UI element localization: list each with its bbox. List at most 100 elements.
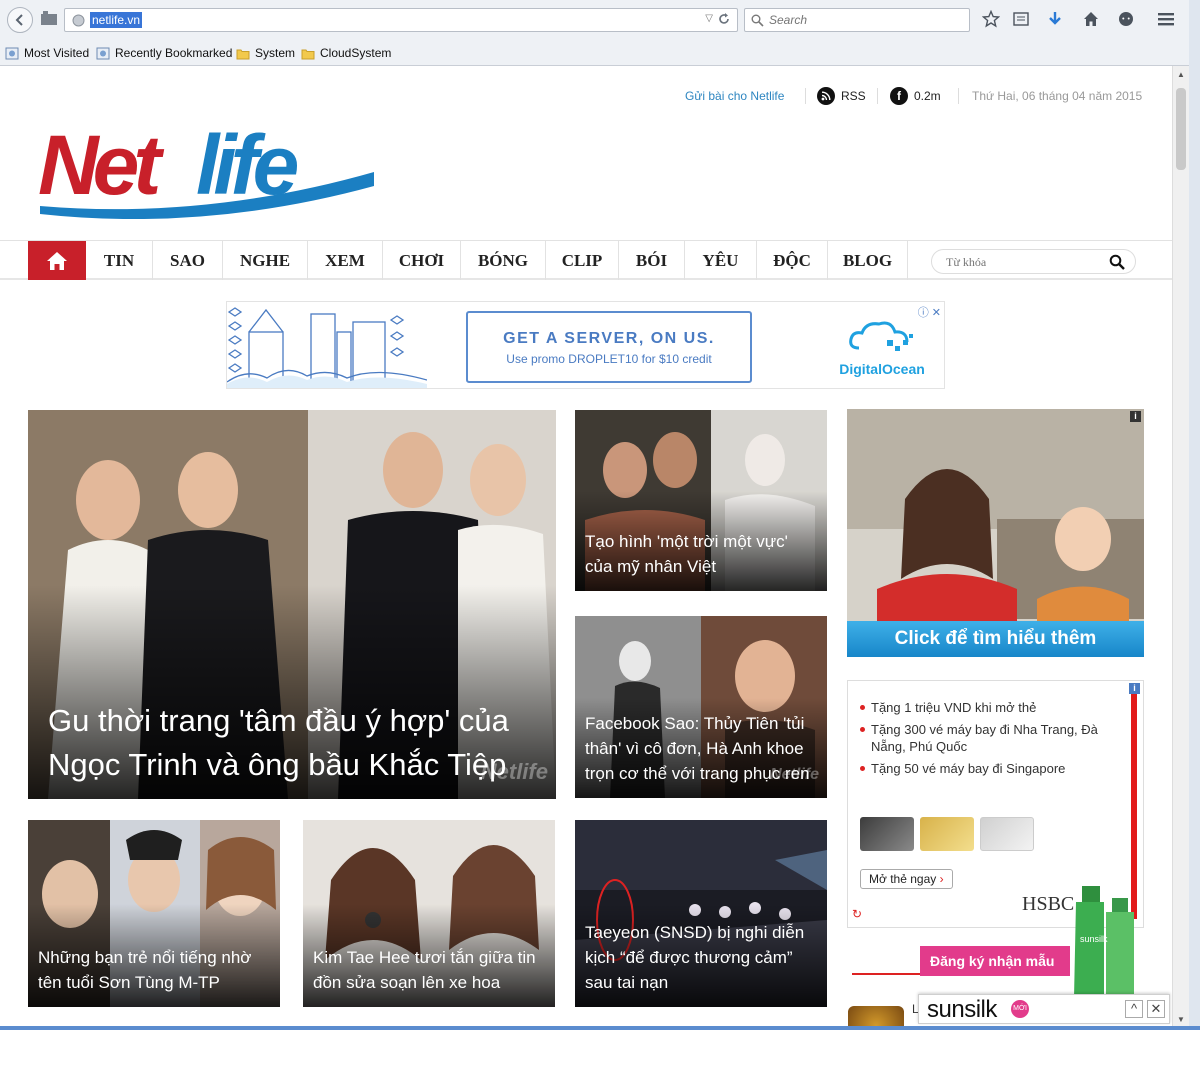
url-text[interactable]: netlife.vn (90, 12, 143, 28)
article-title[interactable]: Kim Tae Hee tươi tắn giữa tin đồn sửa so… (313, 945, 545, 995)
article-card[interactable]: Những bạn trẻ nổi tiếng nhờ tên tuổi Sơn… (28, 820, 280, 1007)
collapse-icon[interactable]: ^ (1125, 1000, 1143, 1018)
send-post-link[interactable]: Gửi bài cho Netlife (685, 86, 784, 106)
sunsilk-promo[interactable]: Đăng ký nhận mẫu thử (920, 946, 1070, 999)
menu-hamburger-icon[interactable] (1156, 9, 1176, 29)
digitalocean-logo: DigitalOcean (837, 318, 927, 378)
divider (852, 973, 922, 975)
menu-tin[interactable]: TIN (86, 241, 153, 280)
menu-sao[interactable]: SAO (153, 241, 223, 280)
digitalocean-brand: DigitalOcean (839, 361, 925, 377)
banner-subline: Use promo DROPLET10 for $10 credit (506, 352, 712, 366)
ad-info-icon[interactable]: i (1130, 411, 1141, 422)
sticky-bar-controls: ^ ✕ (1125, 1000, 1165, 1018)
menu-bong[interactable]: BÓNG (461, 241, 546, 280)
netlife-logo[interactable]: Net life (36, 94, 380, 219)
menu-boi[interactable]: BÓI (619, 241, 685, 280)
featured-article-title[interactable]: Gu thời trang 'tâm đầu ý hợp' của Ngọc T… (48, 699, 546, 787)
page-scrollbar[interactable]: ▲ ▼ (1172, 66, 1189, 1028)
page-icon (5, 47, 19, 59)
facebook-link[interactable]: f 0.2m (890, 86, 941, 106)
keyword-search[interactable] (931, 249, 1136, 274)
browser-search[interactable] (744, 8, 970, 32)
bookmark-label: Recently Bookmarked (115, 46, 233, 60)
menu-clip[interactable]: CLIP (546, 241, 619, 280)
dropdown-arrow-icon[interactable]: ▽ (705, 13, 713, 24)
window-bottom-frame (0, 1026, 1200, 1030)
bookmark-star-icon[interactable] (981, 9, 1001, 29)
folder-icon (236, 49, 250, 59)
hsbc-benefits-list: Tặng 1 triệu VND khi mở thẻ Tặng 300 vé … (860, 699, 1122, 782)
article-title[interactable]: Facebook Sao: Thủy Tiên 'tủi thân' vì cô… (585, 711, 817, 786)
menu-xem[interactable]: XEM (308, 241, 383, 280)
address-bar[interactable]: netlife.vn ▽ (64, 8, 738, 32)
side-ad-banner[interactable]: i Click để tìm hiểu thêm (847, 409, 1144, 657)
scroll-down-icon[interactable]: ▼ (1177, 1015, 1185, 1024)
featured-article[interactable]: Netlife Gu thời trang 'tâm đầu ý hợp' củ… (28, 410, 556, 799)
digitalocean-banner-ad[interactable]: GET A SERVER, ON US. Use promo DROPLET10… (226, 301, 945, 389)
home-icon[interactable] (1081, 9, 1101, 29)
globe-icon (72, 14, 85, 27)
list-item: Tặng 50 vé máy bay đi Singapore (860, 760, 1122, 777)
menu-yeu[interactable]: YÊU (685, 241, 757, 280)
article-card[interactable]: Tạo hình 'một trời một vực' của mỹ nhân … (575, 410, 827, 591)
search-icon[interactable] (1109, 254, 1125, 270)
article-thumbnail[interactable] (848, 1006, 904, 1028)
back-button[interactable] (7, 7, 33, 33)
chat-icon[interactable] (1116, 9, 1136, 29)
ad-info-icon[interactable]: i (1129, 683, 1140, 694)
bookmark-recently-bookmarked[interactable]: Recently Bookmarked (96, 45, 232, 61)
menu-choi[interactable]: CHƠI (383, 241, 461, 280)
divider (877, 88, 878, 104)
reload-icon[interactable] (717, 12, 731, 26)
ad-cta[interactable]: Click để tìm hiểu thêm (847, 621, 1144, 657)
rss-icon (817, 87, 835, 105)
rss-link[interactable]: RSS (817, 86, 866, 106)
download-icon[interactable] (1045, 9, 1065, 29)
menu-blog[interactable]: BLOG (828, 241, 908, 280)
banner-promo-box[interactable]: GET A SERVER, ON US. Use promo DROPLET10… (466, 311, 752, 383)
scroll-thumb[interactable] (1176, 88, 1186, 170)
menu-nghe[interactable]: NGHE (223, 241, 308, 280)
bookmark-folder-cloudsystem[interactable]: CloudSystem (301, 45, 391, 61)
reading-list-icon[interactable] (1011, 9, 1031, 29)
article-title[interactable]: Taeyeon (SNSD) bị nghi diễn kịch “để đượ… (585, 920, 817, 995)
browser-search-input[interactable] (769, 11, 959, 29)
article-card[interactable]: Taeyeon (SNSD) bị nghi diễn kịch “để đượ… (575, 820, 827, 1007)
bookmarks-bar: Most Visited Recently Bookmarked System … (0, 42, 1200, 64)
ad-close-icon[interactable]: ⓘ ✕ (918, 304, 941, 320)
page-icon (96, 47, 110, 59)
bookmark-most-visited[interactable]: Most Visited (5, 45, 89, 61)
sunsilk-sticky-bar[interactable]: sunsilk MỚI ^ ✕ (918, 994, 1170, 1024)
window-edge (1189, 0, 1200, 1028)
search-icon (751, 14, 764, 27)
open-card-button[interactable]: Mở thẻ ngay › (860, 869, 953, 889)
rss-label: RSS (841, 89, 866, 103)
article-title[interactable]: Những bạn trẻ nổi tiếng nhờ tên tuổi Sơn… (38, 945, 270, 995)
sunsilk-bottle-image: sunsilk (1074, 886, 1134, 998)
menu-doc[interactable]: ĐỘC (757, 241, 828, 280)
tab-groups-icon[interactable] (40, 10, 58, 26)
article-title[interactable]: Tạo hình 'một trời một vực' của mỹ nhân … (585, 529, 817, 579)
svg-text:sunsilk: sunsilk (1080, 934, 1108, 944)
scroll-up-icon[interactable]: ▲ (1177, 70, 1185, 79)
main-menu: TIN SAO NGHE XEM CHƠI BÓNG CLIP BÓI YÊU … (0, 240, 1172, 280)
bookmark-label: Most Visited (24, 46, 90, 60)
credit-card-icon (920, 817, 974, 851)
bookmark-label: System (255, 46, 296, 60)
home-icon (47, 251, 67, 270)
bookmark-folder-system[interactable]: System (236, 45, 295, 61)
bookmark-label: CloudSystem (320, 46, 392, 60)
credit-card-icon (860, 817, 914, 851)
article-card[interactable]: Kim Tae Hee tươi tắn giữa tin đồn sửa so… (303, 820, 555, 1007)
list-item: Tặng 300 vé máy bay đi Nha Trang, Đà Nẵn… (860, 721, 1122, 755)
city-illustration (227, 307, 427, 388)
new-badge: MỚI (1011, 1000, 1029, 1018)
banner-headline: GET A SERVER, ON US. (503, 330, 715, 347)
facebook-count: 0.2m (914, 89, 941, 103)
keyword-input[interactable] (946, 254, 1096, 270)
close-icon[interactable]: ✕ (1147, 1000, 1165, 1018)
home-menu-button[interactable] (28, 241, 86, 280)
article-card[interactable]: Netlife Facebook Sao: Thủy Tiên 'tủi thâ… (575, 616, 827, 798)
browser-toolbar: netlife.vn ▽ Most Visited Recently Bookm… (0, 0, 1200, 66)
